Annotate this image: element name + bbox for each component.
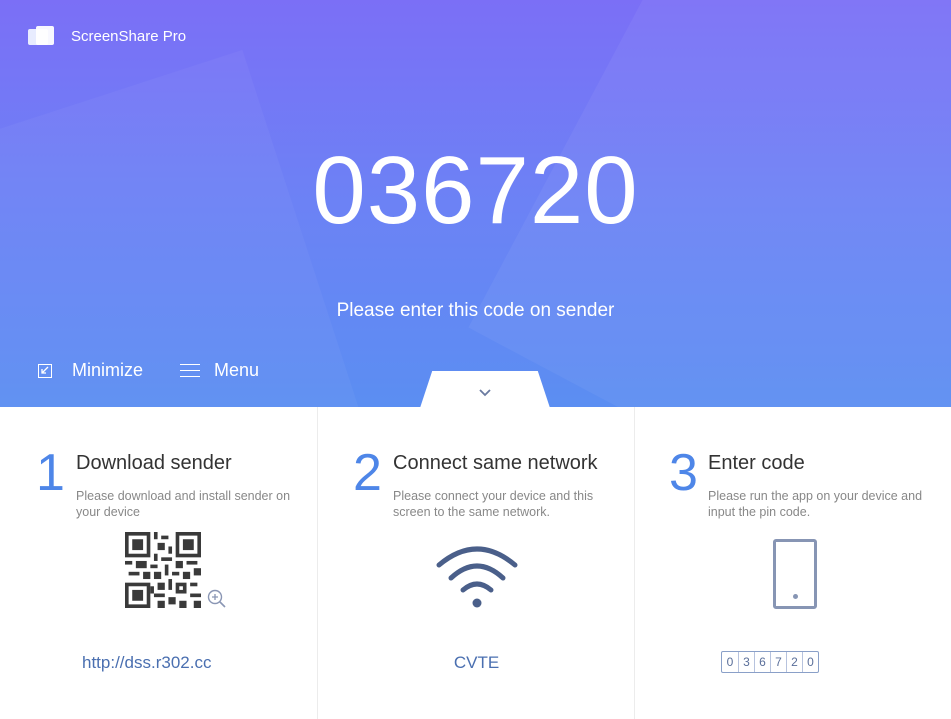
- step-title: Connect same network: [393, 452, 598, 474]
- step-description: Please download and install sender on yo…: [76, 489, 291, 519]
- pin-digit: 3: [738, 652, 754, 672]
- app-title: ScreenShare Pro: [71, 27, 187, 45]
- step-number: 3: [669, 444, 698, 502]
- minimize-button[interactable]: Minimize: [38, 360, 143, 381]
- step-description: Please run the app on your device and in…: [708, 489, 923, 519]
- step-description: Please connect your device and this scre…: [393, 489, 594, 519]
- pin-digit: 2: [786, 652, 802, 672]
- step-enter-code: 3 Enter code Please run the app on your …: [634, 407, 951, 719]
- chevron-down-icon: [479, 389, 491, 397]
- menu-icon: [180, 363, 200, 378]
- step-download: 1 Download sender Please download and in…: [0, 407, 317, 719]
- network-name: CVTE: [453, 653, 500, 672]
- pairing-code: 036720: [312, 137, 639, 244]
- screenshare-logo-icon: [28, 26, 54, 46]
- step-number: 1: [36, 444, 65, 502]
- step-title: Enter code: [708, 452, 805, 474]
- wifi-icon: [436, 546, 518, 608]
- app-header: ScreenShare Pro: [28, 26, 186, 46]
- download-link[interactable]: http://dss.r302.cc: [82, 653, 211, 673]
- pin-digit: 6: [754, 652, 770, 672]
- minimize-icon: [38, 363, 52, 378]
- zoom-in-icon[interactable]: [206, 588, 228, 610]
- pin-digit: 7: [770, 652, 786, 672]
- step-number: 2: [353, 444, 382, 502]
- step-title: Download sender: [76, 452, 232, 474]
- pin-digit: 0: [726, 655, 734, 669]
- expand-tab[interactable]: [419, 371, 551, 411]
- pin-digit: 0: [802, 652, 818, 672]
- steps-panel: 1 Download sender Please download and in…: [0, 407, 951, 719]
- pairing-instruction: Please enter this code on sender: [336, 300, 615, 321]
- qr-code-icon[interactable]: [125, 532, 201, 608]
- minimize-label: Minimize: [72, 360, 144, 380]
- menu-label: Menu: [214, 360, 260, 380]
- device-icon: [773, 539, 817, 609]
- hero-panel: ScreenShare Pro 036720 Please enter this…: [0, 0, 951, 407]
- menu-button[interactable]: Menu: [180, 360, 259, 381]
- pin-code-boxes: 0 3 6 7 2 0: [721, 651, 819, 673]
- step-network: 2 Connect same network Please connect yo…: [317, 407, 634, 719]
